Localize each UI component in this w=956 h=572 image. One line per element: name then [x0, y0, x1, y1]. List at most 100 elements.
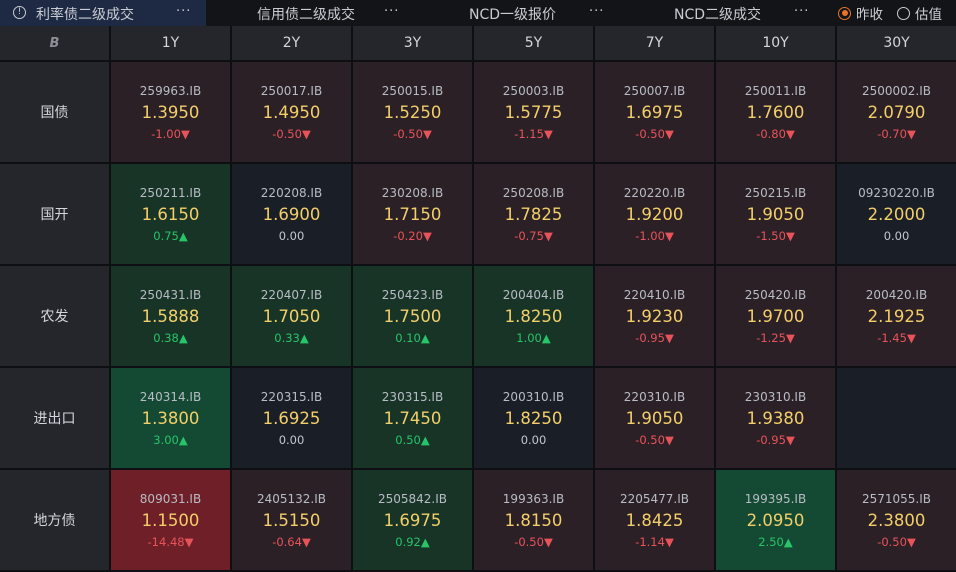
top-tab-bar: ! 利率债二级成交 ··· 信用债二级成交 ··· NCD一级报价 ··· NC…: [0, 0, 956, 26]
quote-cell[interactable]: 259963.IB 1.3950 -1.00▼: [111, 62, 232, 164]
quote-cell[interactable]: 200404.IB 1.8250 1.00▲: [474, 266, 595, 368]
bond-code: 200404.IB: [502, 287, 565, 302]
tab-ncd-secondary[interactable]: NCD二级成交 ···: [620, 0, 820, 26]
bond-code: 250007.IB: [623, 83, 686, 98]
yield-value: 1.8150: [504, 510, 563, 530]
radio-valuation[interactable]: 估值: [897, 3, 942, 23]
bond-code: 250211.IB: [139, 185, 202, 200]
quote-cell[interactable]: 220407.IB 1.7050 0.33▲: [232, 266, 353, 368]
bond-code: 250011.IB: [744, 83, 807, 98]
yield-change: 0.92▲: [395, 534, 430, 549]
radio-prev-close[interactable]: 昨收: [838, 3, 883, 23]
quote-cell[interactable]: 220410.IB 1.9230 -0.95▼: [595, 266, 716, 368]
yield-change: 0.00: [278, 432, 305, 447]
quote-cell[interactable]: 809031.IB 1.1500 -14.48▼: [111, 470, 232, 572]
more-icon[interactable]: ···: [176, 4, 191, 19]
tenor-header: 3Y: [353, 26, 474, 62]
quote-cell[interactable]: 2205477.IB 1.8425 -1.14▼: [595, 470, 716, 572]
yield-change: -0.70▼: [877, 126, 916, 141]
quote-cell[interactable]: 199363.IB 1.8150 -0.50▼: [474, 470, 595, 572]
bond-code: 220208.IB: [260, 185, 323, 200]
quote-cell[interactable]: 250208.IB 1.7825 -0.75▼: [474, 164, 595, 266]
quote-cell[interactable]: 250017.IB 1.4950 -0.50▼: [232, 62, 353, 164]
yield-value: 1.5775: [504, 102, 563, 122]
row-header: 农发: [0, 266, 111, 368]
yield-change: -1.50▼: [756, 228, 795, 243]
yield-value: 2.0950: [746, 510, 805, 530]
quote-cell[interactable]: 250215.IB 1.9050 -1.50▼: [716, 164, 837, 266]
tab-rates-secondary[interactable]: ! 利率债二级成交 ···: [0, 0, 206, 26]
yield-change: 0.50▲: [395, 432, 430, 447]
quote-cell[interactable]: 250211.IB 1.6150 0.75▲: [111, 164, 232, 266]
quote-cell[interactable]: 2571055.IB 2.3800 -0.50▼: [837, 470, 956, 572]
quote-cell[interactable]: 200310.IB 1.8250 0.00: [474, 368, 595, 470]
quote-cell[interactable]: 230315.IB 1.7450 0.50▲: [353, 368, 474, 470]
bond-code: 199363.IB: [502, 491, 565, 506]
tenor-header: 30Y: [837, 26, 956, 62]
tab-ncd-primary[interactable]: NCD一级报价 ···: [412, 0, 620, 26]
tenor-header: 1Y: [111, 26, 232, 62]
quote-cell[interactable]: 220310.IB 1.9050 -0.50▼: [595, 368, 716, 470]
quote-cell[interactable]: 250011.IB 1.7600 -0.80▼: [716, 62, 837, 164]
more-icon[interactable]: ···: [794, 4, 809, 19]
quote-cell[interactable]: 250431.IB 1.5888 0.38▲: [111, 266, 232, 368]
row-header: 地方债: [0, 470, 111, 572]
radio-selected-icon: [838, 6, 851, 20]
quote-cell[interactable]: 220220.IB 1.9200 -1.00▼: [595, 164, 716, 266]
quote-cell[interactable]: 250423.IB 1.7500 0.10▲: [353, 266, 474, 368]
tenor-label: 7Y: [645, 35, 664, 51]
yield-value: 1.6975: [625, 102, 684, 122]
quote-cell[interactable]: 2405132.IB 1.5150 -0.64▼: [232, 470, 353, 572]
yield-change: -0.50▼: [514, 534, 553, 549]
yield-change: -0.50▼: [635, 432, 674, 447]
quote-cell[interactable]: 250015.IB 1.5250 -0.50▼: [353, 62, 474, 164]
yield-change: -0.75▼: [514, 228, 553, 243]
quote-cell[interactable]: 2505842.IB 1.6975 0.92▲: [353, 470, 474, 572]
quote-cell[interactable]: 200420.IB 2.1925 -1.45▼: [837, 266, 956, 368]
quote-cell[interactable]: 230208.IB 1.7150 -0.20▼: [353, 164, 474, 266]
quote-cell[interactable]: 2500002.IB 2.0790 -0.70▼: [837, 62, 956, 164]
quote-cell[interactable]: 09230220.IB 2.2000 0.00: [837, 164, 956, 266]
empty-quote-cell: [837, 368, 956, 470]
row-header: 国开: [0, 164, 111, 266]
quote-cell[interactable]: 199395.IB 2.0950 2.50▲: [716, 470, 837, 572]
quote-cell[interactable]: 250420.IB 1.9700 -1.25▼: [716, 266, 837, 368]
radio-unselected-icon: [897, 6, 910, 20]
yield-value: 2.2000: [867, 204, 926, 224]
tab-credit-secondary[interactable]: 信用债二级成交 ···: [206, 0, 412, 26]
quote-cell[interactable]: 220315.IB 1.6925 0.00: [232, 368, 353, 470]
quote-cell[interactable]: 240314.IB 1.3800 3.00▲: [111, 368, 232, 470]
yield-change: -0.95▼: [635, 330, 674, 345]
yield-value: 2.3800: [867, 510, 926, 530]
yield-value: 1.5888: [141, 306, 200, 326]
yield-change: -1.25▼: [756, 330, 795, 345]
bond-code: 230315.IB: [381, 389, 444, 404]
more-icon[interactable]: ···: [384, 4, 399, 19]
bond-type-label: 进出口: [33, 411, 76, 427]
bond-code: 250017.IB: [260, 83, 323, 98]
yield-value: 2.1925: [867, 306, 926, 326]
tab-label: NCD一级报价: [469, 7, 557, 23]
corner-header: B: [0, 26, 111, 62]
info-icon[interactable]: !: [13, 6, 26, 19]
bond-code: 220410.IB: [623, 287, 686, 302]
bond-code: 240314.IB: [139, 389, 202, 404]
bond-type-label: 农发: [40, 309, 69, 325]
quote-cell[interactable]: 230310.IB 1.9380 -0.95▼: [716, 368, 837, 470]
quote-cell[interactable]: 250007.IB 1.6975 -0.50▼: [595, 62, 716, 164]
radio-label: 昨收: [856, 7, 883, 23]
bond-code: 220310.IB: [623, 389, 686, 404]
more-icon[interactable]: ···: [589, 4, 604, 19]
bond-code: 220407.IB: [260, 287, 323, 302]
brand-b-icon: B: [49, 35, 60, 51]
yield-matrix: B 1Y 2Y 3Y 5Y 7Y 10Y 30Y 国债 259963.IB 1.3950 -1.00▼…: [0, 26, 956, 572]
yield-value: 1.6900: [262, 204, 321, 224]
yield-value: 1.1500: [141, 510, 200, 530]
bond-code: 250420.IB: [744, 287, 807, 302]
yield-change: -14.48▼: [147, 534, 194, 549]
yield-change: 1.00▲: [516, 330, 551, 345]
quote-cell[interactable]: 220208.IB 1.6900 0.00: [232, 164, 353, 266]
yield-value: 1.9050: [746, 204, 805, 224]
quote-cell[interactable]: 250003.IB 1.5775 -1.15▼: [474, 62, 595, 164]
tenor-label: 30Y: [883, 35, 910, 51]
